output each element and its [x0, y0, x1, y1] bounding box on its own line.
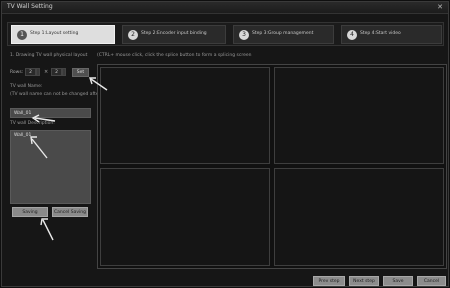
step-encoder-input-binding[interactable]: 2 Step 2:Encoder input binding [122, 25, 226, 44]
step-label: Step 1:Layout setting [30, 31, 79, 36]
screen-pane-1[interactable] [100, 67, 270, 164]
step-number-icon: 4 [347, 30, 357, 40]
columns-input[interactable]: 2 [51, 68, 62, 76]
annotation-arrow-icon [40, 218, 54, 241]
annotation-arrow-icon [89, 77, 108, 91]
step-label: Step 3:Group management [252, 31, 314, 36]
screen-pane-2[interactable] [274, 67, 444, 164]
title-bar: TV Wall Setting ✕ [2, 2, 448, 14]
rows-spinner[interactable] [36, 68, 40, 76]
step-number-icon: 2 [128, 30, 138, 40]
layout-hint: 1. Drawing TV wall physical layout [10, 53, 88, 58]
step-label: Step 4:Start video [360, 31, 401, 36]
tv-wall-preview-grid [97, 64, 447, 269]
screen-pane-4[interactable] [274, 168, 444, 266]
step-layout-setting[interactable]: 1 Step 1:Layout setting [11, 25, 115, 44]
rows-input[interactable]: 2 [25, 68, 36, 76]
wall-name-label: TV wall Name: [10, 84, 43, 89]
step-start-video[interactable]: 4 Step 4:Start video [341, 25, 442, 44]
grid-hint: (CTRL+ mouse click, click the splice but… [97, 53, 252, 58]
times-sign: × [44, 69, 49, 75]
wall-description-textarea[interactable]: Wall_01 [10, 130, 91, 204]
cancel-button[interactable]: Cancel [417, 276, 446, 286]
step-label: Step 2:Encoder input binding [141, 31, 207, 36]
window-title: TV Wall Setting [7, 3, 53, 10]
tv-wall-setting-window: TV Wall Setting ✕ 1 Step 1:Layout settin… [1, 1, 449, 287]
wizard-steps: 1 Step 1:Layout setting 2 Step 2:Encoder… [7, 22, 444, 46]
close-icon[interactable]: ✕ [435, 3, 445, 12]
annotation-arrow-icon [30, 136, 48, 159]
step-number-icon: 1 [17, 30, 27, 40]
screen-pane-3[interactable] [100, 168, 270, 266]
cancel-saving-button[interactable]: Cancel Saving [52, 207, 88, 217]
step-number-icon: 3 [239, 30, 249, 40]
columns-spinner[interactable] [62, 68, 66, 76]
step-group-management[interactable]: 3 Step 3:Group management [233, 25, 334, 44]
prev-step-button[interactable]: Prev step [313, 276, 345, 286]
next-step-button[interactable]: Next step [349, 276, 379, 286]
save-button[interactable]: Save [383, 276, 413, 286]
annotation-arrow-icon [31, 114, 56, 123]
rows-label: Rows: [10, 70, 24, 75]
